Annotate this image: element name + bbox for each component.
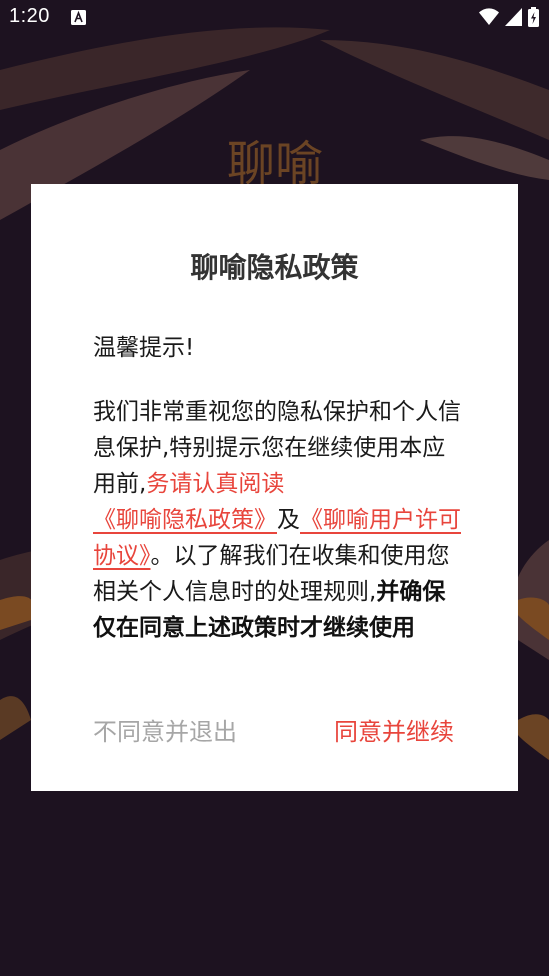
policy-text-scroll[interactable]: 温馨提示! 我们非常重视您的隐私保护和个人信息保护,特别提示您在继续使用本应用前…: [93, 330, 461, 666]
greeting-text: 温馨提示!: [93, 335, 195, 361]
status-bar: 1:20: [0, 0, 549, 36]
and-text: 及: [277, 507, 300, 533]
status-time: 1:20: [9, 5, 50, 27]
privacy-policy-link[interactable]: 《聊喻隐私政策》: [93, 507, 277, 533]
app-logo: 聊喻: [227, 136, 323, 190]
logo-text: 聊喻: [227, 136, 323, 190]
wifi-icon: [479, 8, 499, 25]
decline-exit-button[interactable]: 不同意并退出: [93, 712, 237, 747]
battery-charging-icon: [528, 7, 539, 27]
warning-text: 务请认真阅读: [146, 471, 285, 497]
dialog-title: 聊喻隐私政策: [190, 251, 359, 284]
status-icons: [479, 7, 539, 27]
policy-body: 我们非常重视您的隐私保护和个人信息保护,特别提示您在继续使用本应用前,务请认真阅…: [93, 394, 461, 646]
signal-icon: [505, 8, 522, 26]
text-a-icon: [71, 10, 86, 25]
agree-continue-button[interactable]: 同意并继续: [334, 712, 454, 747]
